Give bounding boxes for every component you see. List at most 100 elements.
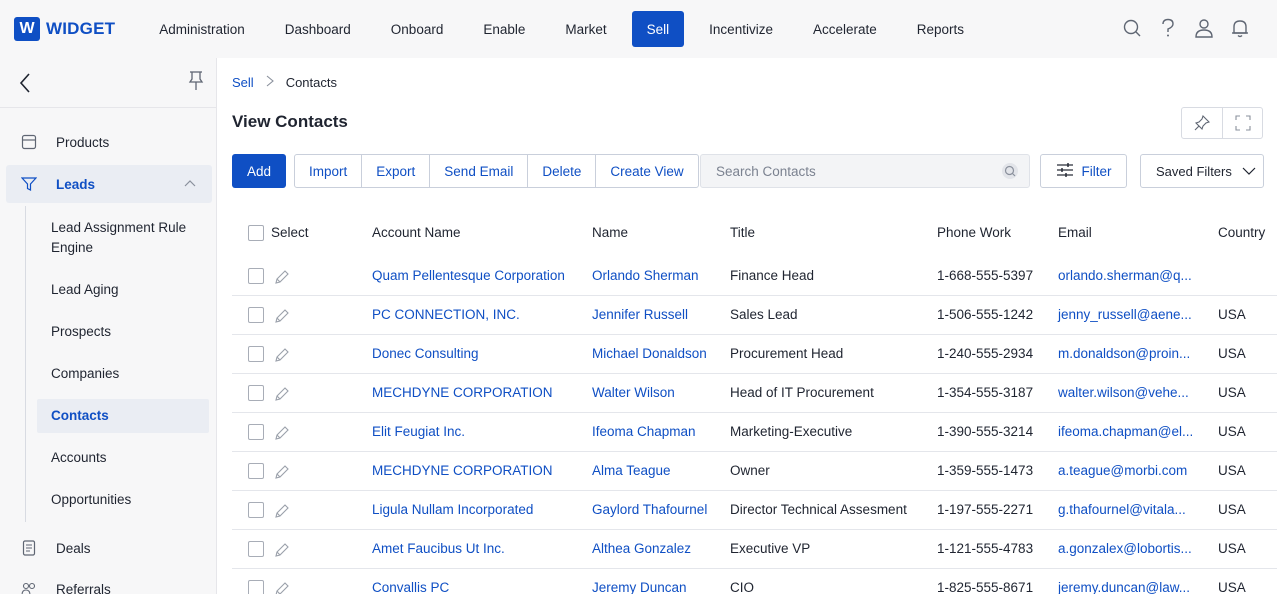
import-button[interactable]: Import [295,155,361,187]
row-checkbox[interactable] [248,580,264,594]
cell-email[interactable]: ifeoma.chapman@el... [1058,424,1193,439]
row-checkbox[interactable] [248,268,264,284]
table-row[interactable]: Ligula Nullam Incorporated Gaylord Thafou… [232,491,1277,530]
breadcrumb-sell[interactable]: Sell [232,75,254,90]
cell-name[interactable]: Althea Gonzalez [592,541,691,556]
sidebar-item-products[interactable]: Products [0,132,217,152]
user-icon[interactable] [1193,14,1215,42]
nav-enable[interactable]: Enable [463,11,545,47]
nav-reports[interactable]: Reports [897,11,984,47]
delete-button[interactable]: Delete [527,155,595,187]
row-checkbox[interactable] [248,463,264,479]
pin-icon[interactable] [188,70,204,94]
sidebar-subitem-contacts[interactable]: Contacts [37,399,209,433]
cell-name[interactable]: Walter Wilson [592,385,675,400]
cell-account-name[interactable]: Amet Faucibus Ut Inc. [372,541,505,556]
table-row[interactable]: PC CONNECTION, INC. Jennifer Russell Sales… [232,296,1277,335]
back-arrow-icon[interactable] [16,71,36,95]
cell-account-name[interactable]: PC CONNECTION, INC. [372,307,520,322]
sidebar-subitem-prospects[interactable]: Prospects [0,322,217,342]
search-icon[interactable] [1001,162,1019,180]
cell-account-name[interactable]: Donec Consulting [372,346,479,361]
row-checkbox[interactable] [248,307,264,323]
row-checkbox[interactable] [248,541,264,557]
cell-email[interactable]: jeremy.duncan@law... [1058,580,1190,594]
row-checkbox[interactable] [248,346,264,362]
cell-name[interactable]: Orlando Sherman [592,268,699,283]
edit-pencil-icon[interactable] [274,347,290,363]
edit-pencil-icon[interactable] [274,464,290,480]
table-row[interactable]: Donec Consulting Michael Donaldson Procure… [232,335,1277,374]
edit-pencil-icon[interactable] [274,308,290,324]
cell-email[interactable]: a.gonzalex@lobortis... [1058,541,1192,556]
nav-market[interactable]: Market [545,11,626,47]
cell-account-name[interactable]: Quam Pellentesque Corporation [372,268,565,283]
select-all-checkbox[interactable] [248,225,264,241]
column-header-name[interactable]: Name [592,225,628,240]
edit-pencil-icon[interactable] [274,269,290,285]
send-email-button[interactable]: Send Email [429,155,527,187]
fullscreen-icon[interactable] [1222,108,1262,138]
sidebar-item-referrals[interactable]: Referrals [0,579,217,594]
table-row[interactable]: Quam Pellentesque Corporation Orlando She… [232,257,1277,296]
search-input[interactable] [701,155,981,187]
filter-button[interactable]: Filter [1040,154,1127,188]
column-header-country[interactable]: Country [1218,225,1265,240]
add-button[interactable]: Add [232,154,286,188]
row-checkbox[interactable] [248,502,264,518]
sidebar-subitem-companies[interactable]: Companies [0,364,217,384]
edit-pencil-icon[interactable] [274,386,290,402]
search-icon[interactable] [1121,14,1143,42]
saved-filters-dropdown[interactable]: Saved Filters [1140,154,1264,188]
row-checkbox[interactable] [248,385,264,401]
nav-administration[interactable]: Administration [139,11,265,47]
table-row[interactable]: Convallis PC Jeremy Duncan CIO 1-825-555-86… [232,569,1277,594]
column-header-account-name[interactable]: Account Name [372,225,461,240]
cell-name[interactable]: Alma Teague [592,463,671,478]
cell-name[interactable]: Michael Donaldson [592,346,707,361]
bell-icon[interactable] [1229,14,1251,42]
column-header-phone-work[interactable]: Phone Work [937,225,1011,240]
cell-email[interactable]: jenny_russell@aene... [1058,307,1192,322]
pin-icon[interactable] [1182,108,1222,138]
nav-sell[interactable]: Sell [631,11,685,47]
nav-accelerate[interactable]: Accelerate [793,11,897,47]
cell-account-name[interactable]: Ligula Nullam Incorporated [372,502,533,517]
cell-name[interactable]: Jeremy Duncan [592,580,687,594]
cell-account-name[interactable]: MECHDYNE CORPORATION [372,463,553,478]
cell-name[interactable]: Ifeoma Chapman [592,424,696,439]
sidebar-subitem-lead-aging[interactable]: Lead Aging [0,280,217,300]
edit-pencil-icon[interactable] [274,425,290,441]
edit-pencil-icon[interactable] [274,581,290,594]
nav-incentivize[interactable]: Incentivize [689,11,793,47]
nav-dashboard[interactable]: Dashboard [265,11,371,47]
table-row[interactable]: MECHDYNE CORPORATION Walter Wilson Head of… [232,374,1277,413]
row-checkbox[interactable] [248,424,264,440]
column-header-email[interactable]: Email [1058,225,1092,240]
edit-pencil-icon[interactable] [274,503,290,519]
cell-email[interactable]: m.donaldson@proin... [1058,346,1190,361]
table-row[interactable]: MECHDYNE CORPORATION Alma Teague Owner 1-35… [232,452,1277,491]
sidebar-item-leads[interactable]: Leads [6,165,212,203]
nav-onboard[interactable]: Onboard [371,11,464,47]
create-view-button[interactable]: Create View [595,155,697,187]
cell-email[interactable]: g.thafournel@vitala... [1058,502,1186,517]
cell-name[interactable]: Jennifer Russell [592,307,688,322]
cell-name[interactable]: Gaylord Thafournel [592,502,707,517]
sidebar-subitem-accounts[interactable]: Accounts [0,448,217,468]
sidebar-subitem-opportunities[interactable]: Opportunities [0,490,217,510]
sidebar-item-deals[interactable]: Deals [0,538,217,558]
table-row[interactable]: Elit Feugiat Inc. Ifeoma Chapman Marketing… [232,413,1277,452]
cell-account-name[interactable]: MECHDYNE CORPORATION [372,385,553,400]
sidebar-subitem-lead-assignment-rule-engine[interactable]: Lead Assignment Rule Engine [0,218,217,258]
cell-account-name[interactable]: Convallis PC [372,580,449,594]
export-button[interactable]: Export [361,155,429,187]
column-header-title[interactable]: Title [730,225,755,240]
table-row[interactable]: Amet Faucibus Ut Inc. Althea Gonzalez Exec… [232,530,1277,569]
help-icon[interactable] [1157,14,1179,42]
brand-logo[interactable]: W WIDGET [14,17,115,41]
cell-email[interactable]: walter.wilson@vehe... [1058,385,1189,400]
cell-email[interactable]: a.teague@morbi.com [1058,463,1187,478]
edit-pencil-icon[interactable] [274,542,290,558]
cell-account-name[interactable]: Elit Feugiat Inc. [372,424,465,439]
